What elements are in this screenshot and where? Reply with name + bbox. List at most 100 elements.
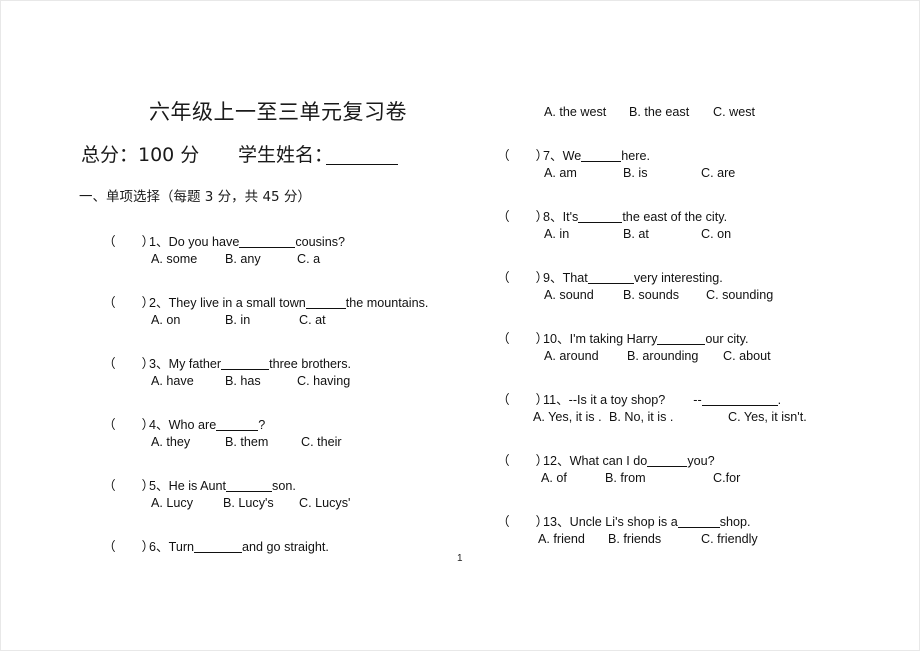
bracket-open: （ [103, 355, 116, 371]
option-a-q5[interactable]: A. Lucy [151, 497, 193, 510]
question-number: 12、 [543, 453, 570, 468]
question-text-after: ? [258, 417, 266, 432]
bracket-open: （ [497, 208, 510, 224]
answer-blank[interactable] [578, 211, 623, 223]
answer-blank[interactable] [305, 297, 346, 309]
answer-blank[interactable] [226, 480, 273, 492]
section-heading: 一、单项选择（每题 3 分，共 45 分） [79, 189, 311, 205]
option-b-q6[interactable]: B. the east [629, 106, 689, 119]
question-text-after: cousins? [295, 234, 346, 249]
question-text-before: That [562, 270, 588, 285]
answer-blank[interactable] [587, 272, 634, 284]
option-b-q4[interactable]: B. them [225, 436, 268, 449]
option-c-q8[interactable]: C. on [701, 228, 731, 241]
question-number: 2、 [149, 295, 169, 310]
question-text-before: Who are [168, 417, 217, 432]
option-a-q6[interactable]: A. the west [544, 106, 606, 119]
option-c-q5[interactable]: C. Lucys' [299, 497, 350, 510]
bracket-open: （ [103, 233, 116, 249]
question-text-after: shop. [719, 514, 751, 529]
question-number: 7、 [543, 148, 563, 163]
answer-blank[interactable] [657, 333, 706, 345]
option-a-q2[interactable]: A. on [151, 314, 180, 327]
question-number: 10、 [543, 331, 570, 346]
option-b-q10[interactable]: B. arounding [627, 350, 698, 363]
option-a-q1[interactable]: A. some [151, 253, 197, 266]
option-a-q7[interactable]: A. am [544, 167, 577, 180]
question-text-before: My father [168, 356, 222, 371]
option-a-q12[interactable]: A. of [541, 472, 567, 485]
question-text-before: What can I do [569, 453, 648, 468]
option-a-q10[interactable]: A. around [544, 350, 599, 363]
question-text-after: . [777, 392, 782, 407]
answer-blank[interactable] [194, 541, 243, 553]
question-number: 4、 [149, 417, 169, 432]
exam-paper-page: 六年级上一至三单元复习卷 总分：100 分 学生姓名： 一、单项选择（每题 3 … [0, 0, 920, 651]
option-a-q13[interactable]: A. friend [538, 533, 585, 546]
answer-blank[interactable] [239, 236, 296, 248]
bracket-open: （ [103, 538, 116, 554]
answer-blank[interactable] [221, 358, 270, 370]
option-a-q8[interactable]: A. in [544, 228, 569, 241]
question-number: 11、 [543, 392, 569, 407]
option-b-q9[interactable]: B. sounds [623, 289, 679, 302]
question-text-after: our city. [705, 331, 749, 346]
student-name-label: 学生姓名： [238, 144, 334, 166]
option-a-q4[interactable]: A. they [151, 436, 190, 449]
option-a-q9[interactable]: A. sound [544, 289, 594, 302]
answer-blank[interactable] [647, 455, 688, 467]
question-text-before: Turn [168, 539, 195, 554]
question-text-after: here. [621, 148, 650, 163]
answer-blank[interactable] [581, 150, 622, 162]
option-c-q3[interactable]: C. having [297, 375, 350, 388]
question-line-q6: 6、Turn and go straight. [135, 528, 329, 566]
bracket-open: （ [103, 477, 116, 493]
option-c-q2[interactable]: C. at [299, 314, 326, 327]
option-a-q11[interactable]: A. Yes, it is . [533, 411, 602, 424]
option-b-q7[interactable]: B. is [623, 167, 648, 180]
option-c-q1[interactable]: C. a [297, 253, 320, 266]
option-b-q2[interactable]: B. in [225, 314, 250, 327]
option-b-q12[interactable]: B. from [605, 472, 646, 485]
question-number: 9、 [543, 270, 563, 285]
answer-blank[interactable] [677, 516, 720, 528]
answer-blank[interactable] [701, 394, 778, 406]
question-text-before: They live in a small town [168, 295, 306, 310]
option-b-q13[interactable]: B. friends [608, 533, 661, 546]
question-text-after: son. [272, 478, 296, 493]
question-text-after: you? [687, 453, 715, 468]
bracket-open: （ [497, 330, 510, 346]
option-c-q4[interactable]: C. their [301, 436, 342, 449]
question-text-before: He is Aunt [168, 478, 227, 493]
answer-blank[interactable] [216, 419, 259, 431]
bracket-open: （ [497, 147, 510, 163]
question-text-before: It's [562, 209, 579, 224]
question-text-after: very interesting. [633, 270, 723, 285]
question-number: 5、 [149, 478, 169, 493]
option-c-q12[interactable]: C.for [713, 472, 740, 485]
option-b-q1[interactable]: B. any [225, 253, 261, 266]
question-text-before: I'm taking Harry [569, 331, 658, 346]
option-c-q10[interactable]: C. about [723, 350, 771, 363]
question-number: 3、 [149, 356, 169, 371]
student-name-blank[interactable] [326, 164, 398, 165]
question-text-after: three brothers. [269, 356, 352, 371]
option-a-q3[interactable]: A. have [151, 375, 194, 388]
option-c-q13[interactable]: C. friendly [701, 533, 758, 546]
option-c-q11[interactable]: C. Yes, it isn't. [728, 411, 807, 424]
option-c-q7[interactable]: C. are [701, 167, 735, 180]
bracket-open: （ [497, 391, 510, 407]
question-text-before: Uncle Li's shop is a [569, 514, 678, 529]
question-text-before: --Is it a toy shop? -- [568, 392, 702, 407]
bracket-open: （ [497, 452, 510, 468]
option-b-q3[interactable]: B. has [225, 375, 261, 388]
question-number: 1、 [149, 234, 169, 249]
option-b-q5[interactable]: B. Lucy's [223, 497, 274, 510]
option-c-q9[interactable]: C. sounding [706, 289, 773, 302]
option-c-q6[interactable]: C. west [713, 106, 755, 119]
option-b-q8[interactable]: B. at [623, 228, 649, 241]
option-b-q11[interactable]: B. No, it is . [609, 411, 673, 424]
bracket-open: （ [497, 269, 510, 285]
bracket-open: （ [103, 416, 116, 432]
question-text-before: We [562, 148, 582, 163]
